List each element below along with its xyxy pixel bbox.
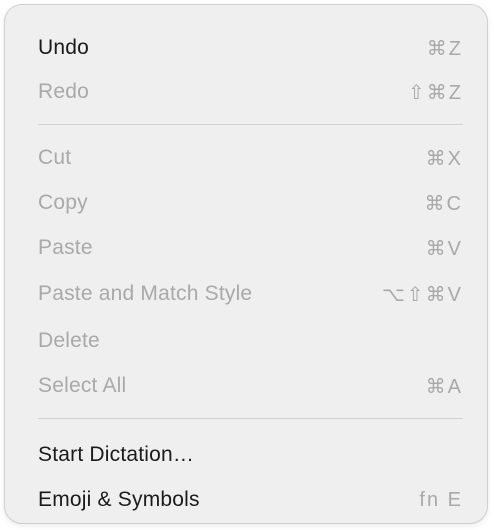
menu-item-start-dictation[interactable]: Start Dictation… [5,433,487,477]
shortcut-hint: ⌘C [424,192,463,215]
menu-item-delete: Delete [5,319,487,363]
menu-item-copy: Copy ⌘C [5,181,487,225]
shortcut-hint: ⌥⇧⌘V [381,283,463,306]
menu-item-label: Select All [38,374,127,397]
menu-item-select-all: Select All ⌘A [5,364,487,408]
menu-item-label: Paste [38,236,93,259]
menu-item-label: Start Dictation… [38,443,195,466]
menu-item-undo[interactable]: Undo ⌘Z [5,26,487,70]
shortcut-hint: ⇧⌘Z [408,81,463,104]
menu-item-label: Delete [38,329,100,352]
menu-item-label: Emoji & Symbols [38,488,200,511]
menu-item-label: Paste and Match Style [38,282,253,305]
shortcut-hint: fn E [419,488,463,511]
shortcut-hint: ⌘A [425,375,463,398]
menu-item-paste: Paste ⌘V [5,226,487,270]
shortcut-hint: ⌘V [425,237,463,260]
menu-separator [38,418,463,419]
menu-item-label: Cut [38,146,72,169]
menu-separator [38,124,463,125]
menu-item-paste-and-match-style: Paste and Match Style ⌥⇧⌘V [5,272,487,316]
menu-item-label: Undo [38,36,90,59]
shortcut-hint: ⌘X [425,147,463,170]
shortcut-hint: ⌘Z [426,37,463,60]
menu-item-emoji-and-symbols[interactable]: Emoji & Symbols fn E [5,478,487,522]
edit-context-menu: Undo ⌘Z Redo ⇧⌘Z Cut ⌘X Copy ⌘C Paste ⌘V… [4,4,488,524]
menu-item-label: Copy [38,191,88,214]
menu-item-cut: Cut ⌘X [5,136,487,180]
menu-item-label: Redo [38,80,90,103]
menu-item-redo: Redo ⇧⌘Z [5,70,487,114]
